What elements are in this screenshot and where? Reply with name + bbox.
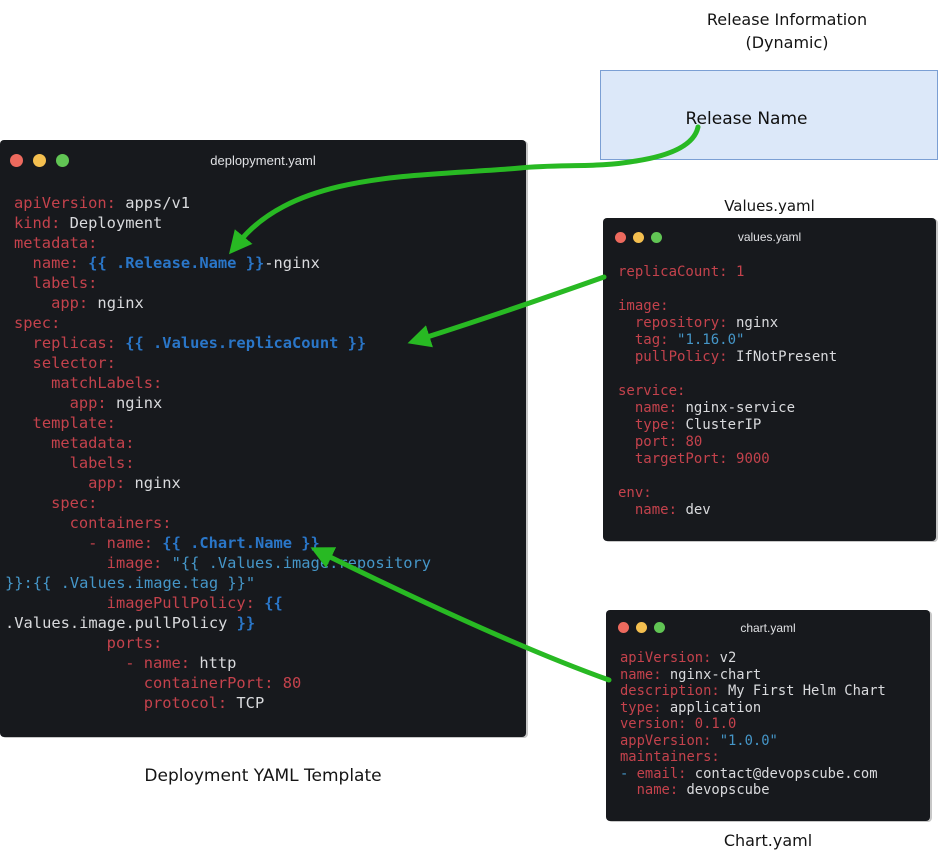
window-controls: [10, 154, 69, 167]
values-yaml-window: values.yaml replicaCount: 1 image: repos…: [603, 218, 936, 541]
release-info-heading: Release Information (Dynamic): [617, 8, 941, 54]
deployment-yaml-window: deplopyment.yaml apiVersion: apps/v1kind…: [0, 140, 526, 737]
close-button-icon: [615, 232, 626, 243]
chart-titlebar: chart.yaml: [606, 610, 930, 642]
minimize-button-icon: [633, 232, 644, 243]
close-button-icon: [10, 154, 23, 167]
maximize-button-icon: [651, 232, 662, 243]
window-controls: [618, 622, 665, 633]
values-yaml-caption: Values.yaml: [603, 197, 936, 215]
release-name-label: Release Name: [686, 109, 808, 129]
maximize-button-icon: [56, 154, 69, 167]
chart-yaml-caption: Chart.yaml: [606, 831, 930, 850]
chart-yaml-code: apiVersion: v2name: nginx-chartdescripti…: [606, 642, 930, 799]
release-name-box: Release Name: [600, 70, 938, 160]
maximize-button-icon: [654, 622, 665, 633]
deployment-template-caption: Deployment YAML Template: [0, 766, 526, 786]
deployment-yaml-code: apiVersion: apps/v1kind: Deploymentmetad…: [0, 182, 526, 713]
minimize-button-icon: [636, 622, 647, 633]
chart-yaml-window: chart.yaml apiVersion: v2name: nginx-cha…: [606, 610, 930, 821]
close-button-icon: [618, 622, 629, 633]
minimize-button-icon: [33, 154, 46, 167]
release-info-heading-line1: Release Information: [617, 8, 941, 31]
values-yaml-code: replicaCount: 1 image: repository: nginx…: [603, 254, 936, 519]
release-info-heading-line2: (Dynamic): [617, 31, 941, 54]
deployment-window-title: deplopyment.yaml: [0, 140, 526, 168]
window-controls: [615, 232, 662, 243]
values-titlebar: values.yaml: [603, 218, 936, 254]
deployment-titlebar: deplopyment.yaml: [0, 140, 526, 182]
